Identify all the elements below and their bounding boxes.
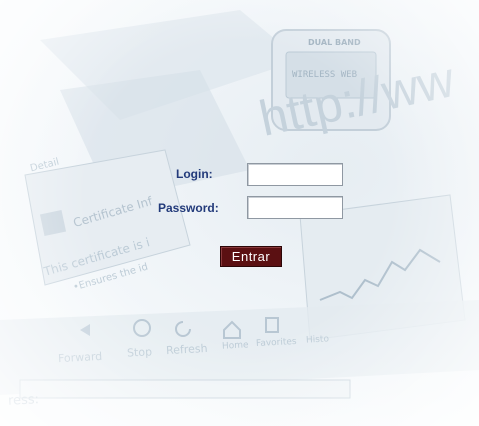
login-label: Login: bbox=[176, 167, 213, 181]
password-input[interactable] bbox=[247, 196, 343, 219]
password-label: Password: bbox=[158, 201, 219, 215]
login-form: Login: Password: Entrar bbox=[0, 0, 479, 426]
login-input[interactable] bbox=[247, 163, 343, 186]
entrar-button[interactable]: Entrar bbox=[220, 246, 282, 267]
